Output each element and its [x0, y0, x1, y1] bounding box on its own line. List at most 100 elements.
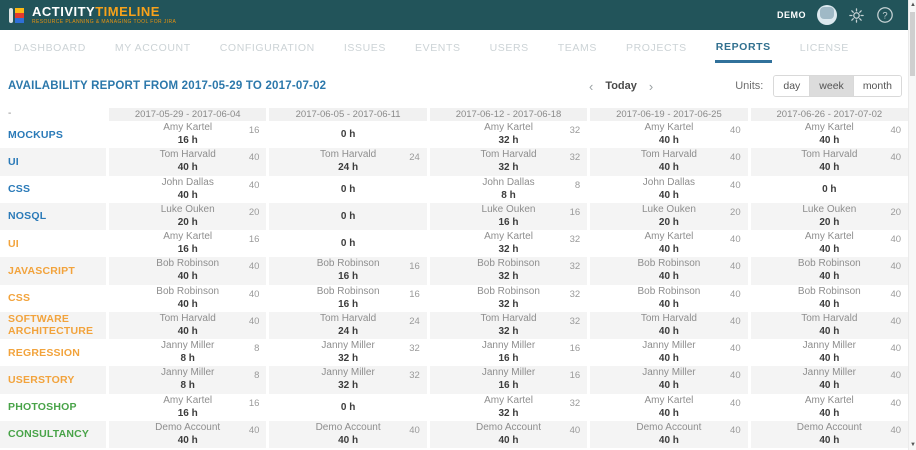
- available-hours-value: 40: [730, 125, 741, 136]
- availability-cell: 0 h: [269, 121, 426, 148]
- row-label[interactable]: CSS: [8, 292, 30, 304]
- person-name: Janny Miller: [751, 367, 908, 379]
- next-week-icon[interactable]: ›: [645, 80, 657, 93]
- row-label-cell: SOFTWARE ARCHITECTURE: [0, 312, 106, 339]
- available-hours-value: 32: [570, 398, 581, 409]
- person-name: Janny Miller: [751, 340, 908, 352]
- available-hours-value: 16: [570, 343, 581, 354]
- prev-week-icon[interactable]: ‹: [585, 80, 597, 93]
- brand: ACTIVITYTIMELINE RESOURCE PLANNING & MAN…: [9, 5, 176, 25]
- nav-item-dashboard[interactable]: DASHBOARD: [13, 33, 87, 61]
- total-hours: 0 h: [269, 210, 426, 223]
- person-name: Tom Harvald: [109, 313, 266, 325]
- page-title: AVAILABILITY REPORT FROM 2017-05-29 TO 2…: [8, 80, 326, 92]
- availability-cell: Tom Harvald4040 h: [590, 312, 747, 339]
- unit-button-month[interactable]: month: [853, 76, 901, 96]
- availability-cell: Amy Kartel4040 h: [751, 230, 908, 257]
- availability-cell: 0 h: [269, 230, 426, 257]
- available-hours-value: 20: [730, 207, 741, 218]
- available-hours-value: 40: [249, 152, 260, 163]
- row-label-cell: UI: [0, 148, 106, 175]
- available-hours-value: 40: [249, 425, 260, 436]
- total-hours: 40 h: [109, 161, 266, 174]
- nav-item-license[interactable]: LICENSE: [799, 33, 850, 61]
- total-hours: 40 h: [751, 352, 908, 365]
- row-label[interactable]: JAVASCRIPT: [8, 265, 75, 277]
- available-hours-value: 16: [409, 261, 420, 272]
- total-hours: 40 h: [590, 379, 747, 392]
- nav-item-configuration[interactable]: CONFIGURATION: [219, 33, 316, 61]
- total-hours: 16 h: [269, 270, 426, 283]
- availability-cell: Amy Kartel4040 h: [590, 230, 747, 257]
- unit-button-day[interactable]: day: [774, 76, 809, 96]
- availability-cell: Janny Miller4040 h: [590, 366, 747, 393]
- total-hours: 40 h: [751, 379, 908, 392]
- total-hours: 16 h: [109, 243, 266, 256]
- nav-item-projects[interactable]: PROJECTS: [625, 33, 688, 61]
- total-hours: 0 h: [269, 128, 426, 141]
- nav-item-events[interactable]: EVENTS: [414, 33, 462, 61]
- row-label[interactable]: CONSULTANCY: [8, 428, 89, 440]
- person-name: Amy Kartel: [430, 122, 587, 134]
- avatar[interactable]: [817, 5, 837, 25]
- total-hours: 16 h: [109, 134, 266, 147]
- availability-cell: Bob Robinson4040 h: [751, 257, 908, 284]
- person-name: Tom Harvald: [269, 149, 426, 161]
- available-hours-value: 40: [249, 261, 260, 272]
- scrollbar-thumb[interactable]: [910, 12, 915, 76]
- person-name: Amy Kartel: [751, 395, 908, 407]
- nav-item-reports[interactable]: REPORTS: [715, 32, 772, 63]
- available-hours-value: 32: [570, 234, 581, 245]
- availability-cell: Janny Miller4040 h: [590, 339, 747, 366]
- row-label[interactable]: USERSTORY: [8, 374, 75, 386]
- row-label[interactable]: UI: [8, 238, 19, 250]
- row-label[interactable]: SOFTWARE ARCHITECTURE: [8, 313, 106, 337]
- person-name: Demo Account: [109, 422, 266, 434]
- total-hours: 40 h: [751, 134, 908, 147]
- availability-cell: Bob Robinson1616 h: [269, 285, 426, 312]
- availability-cell: Amy Kartel4040 h: [751, 121, 908, 148]
- availability-cell: Demo Account4040 h: [269, 421, 426, 448]
- row-label[interactable]: CSS: [8, 183, 30, 195]
- vertical-scrollbar[interactable]: ▲ ▼: [908, 0, 916, 450]
- availability-cell: Amy Kartel3232 h: [430, 121, 587, 148]
- gear-icon[interactable]: [848, 7, 865, 24]
- row-label[interactable]: REGRESSION: [8, 347, 80, 359]
- availability-cell: Tom Harvald4040 h: [109, 148, 266, 175]
- unit-button-week[interactable]: week: [809, 76, 853, 96]
- person-name: Bob Robinson: [430, 258, 587, 270]
- nav-item-users[interactable]: USERS: [489, 33, 530, 61]
- available-hours-value: 40: [730, 152, 741, 163]
- available-hours-value: 16: [249, 398, 260, 409]
- total-hours: 8 h: [109, 379, 266, 392]
- availability-cell: Janny Miller4040 h: [751, 339, 908, 366]
- available-hours-value: 40: [890, 425, 901, 436]
- available-hours-value: 24: [409, 152, 420, 163]
- total-hours: 16 h: [430, 216, 587, 229]
- svg-text:?: ?: [882, 11, 887, 22]
- row-label[interactable]: UI: [8, 156, 19, 168]
- help-icon[interactable]: ?: [876, 6, 894, 24]
- person-name: Bob Robinson: [269, 258, 426, 270]
- person-name: Luke Ouken: [590, 204, 747, 216]
- scroll-down-icon[interactable]: ▼: [909, 440, 916, 450]
- available-hours-value: 16: [409, 289, 420, 300]
- row-label[interactable]: NOSQL: [8, 210, 46, 222]
- available-hours-value: 40: [409, 425, 420, 436]
- total-hours: 40 h: [109, 434, 266, 447]
- availability-cell: Bob Robinson4040 h: [109, 285, 266, 312]
- nav-item-my-account[interactable]: MY ACCOUNT: [114, 33, 192, 61]
- total-hours: 40 h: [590, 407, 747, 420]
- availability-cell: 0 h: [269, 394, 426, 421]
- availability-cell: Demo Account4040 h: [751, 421, 908, 448]
- today-button[interactable]: Today: [605, 80, 637, 92]
- row-label[interactable]: PHOTOSHOP: [8, 401, 77, 413]
- table-row: CONSULTANCYDemo Account4040 hDemo Accoun…: [0, 421, 908, 448]
- total-hours: 40 h: [269, 434, 426, 447]
- availability-cell: Demo Account4040 h: [590, 421, 747, 448]
- scroll-up-icon[interactable]: ▲: [909, 0, 916, 10]
- table-row: MOCKUPSAmy Kartel1616 h0 hAmy Kartel3232…: [0, 121, 908, 148]
- nav-item-issues[interactable]: ISSUES: [343, 33, 387, 61]
- nav-item-teams[interactable]: TEAMS: [557, 33, 598, 61]
- row-label[interactable]: MOCKUPS: [8, 129, 63, 141]
